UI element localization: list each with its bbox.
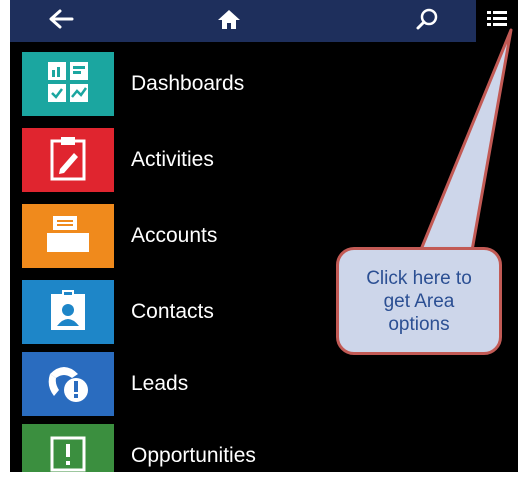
area-options-button[interactable] [476, 0, 518, 42]
accounts-icon [45, 214, 91, 259]
search-icon [415, 7, 439, 36]
nav-label-accounts: Accounts [131, 224, 218, 247]
back-button[interactable] [38, 0, 84, 42]
dashboards-tile [22, 52, 114, 116]
list-icon [486, 9, 508, 34]
opportunities-tile [22, 424, 114, 472]
dashboard-icon [46, 60, 90, 109]
nav-item-leads[interactable]: Leads [10, 352, 518, 416]
callout-text: Click here to get Area options [366, 267, 472, 335]
nav-label-contacts: Contacts [131, 300, 214, 323]
search-button[interactable] [404, 0, 450, 42]
phone-alert-icon [44, 360, 92, 409]
accounts-tile [22, 204, 114, 268]
nav-label-leads: Leads [131, 372, 189, 395]
top-bar [10, 0, 518, 42]
activities-tile [22, 128, 114, 192]
opportunity-icon [48, 434, 88, 473]
nav-label-opportunities: Opportunities [131, 444, 256, 467]
callout-tooltip: Click here to get Area options [336, 247, 502, 355]
nav-label-activities: Activities [131, 148, 214, 171]
nav-label-dashboards: Dashboards [131, 72, 245, 95]
app-frame: Dashboards Activities Accounts Contacts … [10, 0, 518, 472]
clipboard-icon [48, 135, 88, 186]
leads-tile [22, 352, 114, 416]
nav-item-activities[interactable]: Activities [10, 128, 518, 192]
home-icon [217, 8, 241, 35]
arrow-left-icon [48, 8, 74, 35]
nav-item-dashboards[interactable]: Dashboards [10, 52, 518, 116]
contacts-tile [22, 280, 114, 344]
home-button[interactable] [206, 0, 252, 42]
contact-icon [48, 288, 88, 337]
nav-item-opportunities[interactable]: Opportunities [10, 424, 518, 472]
